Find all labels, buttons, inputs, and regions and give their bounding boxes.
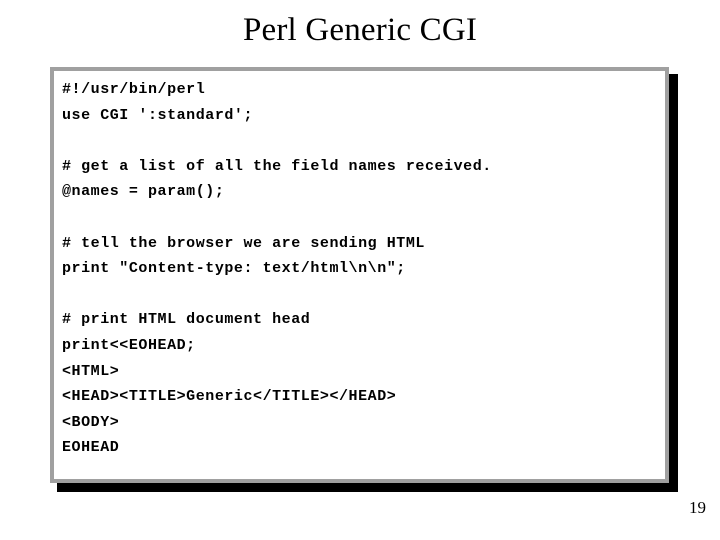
code-line: #!/usr/bin/perl [62, 81, 206, 98]
code-line: use CGI ':standard'; [62, 106, 254, 124]
code-line: # tell the browser we are sending HTML [62, 234, 425, 252]
code-line: <BODY> [62, 413, 120, 431]
code-block: #!/usr/bin/perl use CGI ':standard'; # ge… [50, 67, 669, 483]
code-line: print<<EOHEAD; [62, 336, 196, 354]
code-line-list: #!/usr/bin/perl use CGI ':standard'; # ge… [62, 77, 662, 461]
code-line: # get a list of all the field names rece… [62, 157, 492, 175]
page-title: Perl Generic CGI [242, 12, 478, 48]
code-line: <HTML> [62, 362, 120, 380]
code-line: EOHEAD [62, 439, 120, 457]
slide-number: 19 [689, 498, 706, 517]
code-line: <HEAD><TITLE>Generic</TITLE></HEAD> [62, 388, 397, 406]
code-line: print "Content-type: text/html\n\n"; [62, 260, 406, 278]
code-line: # print HTML document head [62, 311, 311, 329]
slide: Perl Generic CGI #!/usr/bin/perl use CGI … [0, 0, 720, 540]
code-line: @names = param(); [62, 183, 225, 201]
